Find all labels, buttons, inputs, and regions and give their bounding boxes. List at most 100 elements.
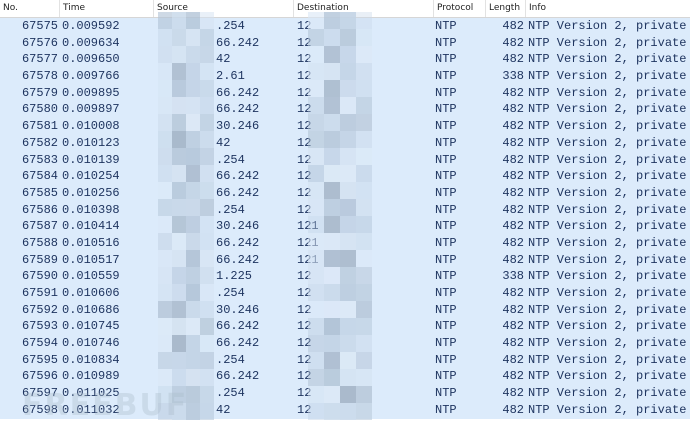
cell-length: 482 (502, 35, 524, 50)
cell-protocol: NTP (435, 85, 457, 100)
cell-protocol: NTP (435, 219, 457, 234)
cell-info: NTP Version 2, private (528, 185, 687, 200)
cell-length: 338 (502, 269, 524, 284)
cell-info: NTP Version 2, private (528, 102, 687, 117)
cell-source: 66.242 (154, 185, 292, 202)
packet-rows: 67575 0.009592 .254 12 NTP 482 NTP Version 2, … (0, 18, 690, 419)
cell-time: 0.010517 (62, 252, 120, 267)
cell-length: 482 (502, 152, 524, 167)
cell-time: 0.010008 (62, 119, 120, 134)
cell-no: 67595 (21, 352, 58, 367)
cell-source-text: .254 (216, 19, 245, 33)
table-row[interactable]: 67598 0.011032 42 12 NTP 482 NTP Version 2, pr… (0, 401, 690, 419)
cell-time: 0.010139 (62, 152, 120, 167)
cell-destination-text: 12 (297, 119, 312, 134)
cell-protocol: NTP (435, 119, 457, 134)
cell-protocol: NTP (435, 235, 457, 250)
cell-destination-text: 12 (297, 302, 312, 317)
table-row[interactable]: 67582 0.010123 42 12 NTP 482 NTP Version 2, pr… (0, 134, 690, 152)
cell-destination-text: 121 (297, 252, 319, 267)
cell-length: 482 (502, 85, 524, 100)
cell-time: 0.010606 (62, 286, 120, 300)
cell-destination: 12 (296, 202, 432, 219)
column-header-info[interactable]: Info (526, 0, 690, 17)
cell-source-text: .254 (216, 286, 245, 300)
cell-destination: 12 (296, 85, 432, 102)
cell-source: 66.242 (154, 35, 292, 52)
cell-protocol: NTP (435, 402, 457, 417)
cell-time: 0.010559 (62, 269, 120, 284)
cell-protocol: NTP (435, 202, 457, 217)
cell-source-text: 42 (216, 52, 231, 67)
column-header-time[interactable]: Time (60, 0, 154, 17)
packet-list-header: No. Time Source Destination Protocol Len… (0, 0, 690, 18)
table-row[interactable]: 67577 0.009650 42 12 NTP 482 NTP Version 2, pr… (0, 51, 690, 69)
cell-protocol: NTP (435, 19, 457, 33)
table-row[interactable]: 67593 0.010745 66.242 12 NTP 482 NTP Version 2… (0, 318, 690, 336)
table-row[interactable]: 67590 0.010559 1.225 12 NTP 338 NTP Version 2,… (0, 268, 690, 285)
table-row[interactable]: 67584 0.010254 66.242 12 NTP 482 NTP Version 2… (0, 168, 690, 185)
cell-protocol: NTP (435, 336, 457, 351)
column-header-destination[interactable]: Destination (294, 0, 434, 17)
cell-info: NTP Version 2, private (528, 269, 687, 284)
cell-info: NTP Version 2, private (528, 202, 687, 217)
cell-source-text: 66.242 (216, 185, 260, 200)
table-row[interactable]: 67583 0.010139 .254 12 NTP 482 NTP Version 2, … (0, 151, 690, 169)
table-row[interactable]: 67586 0.010398 .254 12 NTP 482 NTP Version 2, … (0, 201, 690, 219)
table-row[interactable]: 67581 0.010008 30.246 12 NTP 482 NTP Version 2… (0, 118, 690, 135)
cell-destination: 121 (296, 252, 432, 269)
column-header-no[interactable]: No. (0, 0, 60, 17)
table-row[interactable]: 67575 0.009592 .254 12 NTP 482 NTP Version 2, … (0, 18, 690, 35)
cell-info: NTP Version 2, private (528, 135, 687, 150)
table-row[interactable]: 67579 0.009895 66.242 12 NTP 482 NTP Version 2… (0, 84, 690, 102)
column-header-source[interactable]: Source (154, 0, 294, 17)
cell-source: 2.61 (154, 68, 292, 85)
cell-protocol: NTP (435, 69, 457, 84)
cell-length: 482 (502, 336, 524, 351)
cell-length: 482 (502, 402, 524, 417)
column-header-length[interactable]: Length (486, 0, 526, 17)
table-row[interactable]: 67587 0.010414 30.246 121 NTP 482 NTP Version … (0, 218, 690, 235)
cell-info: NTP Version 2, private (528, 169, 687, 184)
table-row[interactable]: 67596 0.010989 66.242 12 NTP 482 NTP Version 2… (0, 368, 690, 386)
cell-info: NTP Version 2, private (528, 35, 687, 50)
cell-source: 30.246 (154, 218, 292, 235)
cell-source-text: .254 (216, 386, 245, 401)
cell-info: NTP Version 2, private (528, 352, 687, 367)
cell-protocol: NTP (435, 269, 457, 284)
cell-destination: 12 (296, 168, 432, 185)
cell-destination: 12 (296, 185, 432, 202)
table-row[interactable]: 67585 0.010256 66.242 12 NTP 482 NTP Version 2… (0, 184, 690, 202)
cell-no: 67592 (21, 302, 58, 317)
cell-protocol: NTP (435, 52, 457, 67)
table-row[interactable]: 67595 0.010834 .254 12 NTP 482 NTP Version 2, … (0, 351, 690, 369)
table-row[interactable]: 67576 0.009634 66.242 12 NTP 482 NTP Version 2… (0, 34, 690, 52)
cell-info: NTP Version 2, private (528, 286, 687, 300)
column-header-protocol[interactable]: Protocol (434, 0, 486, 17)
cell-no: 67588 (21, 235, 58, 250)
cell-length: 482 (502, 169, 524, 184)
cell-destination: 12 (296, 268, 432, 285)
cell-destination: 12 (296, 318, 432, 335)
cell-destination-text: 12 (297, 69, 312, 84)
table-row[interactable]: 67591 0.010606 .254 12 NTP 482 NTP Version 2, … (0, 285, 690, 302)
table-row[interactable]: 67588 0.010516 66.242 121 NTP 482 NTP Version … (0, 234, 690, 252)
cell-source-text: 66.242 (216, 169, 260, 184)
table-row[interactable]: 67580 0.009897 66.242 12 NTP 482 NTP Version 2… (0, 101, 690, 119)
cell-info: NTP Version 2, private (528, 85, 687, 100)
table-row[interactable]: 67592 0.010686 30.246 12 NTP 482 NTP Version 2… (0, 301, 690, 319)
cell-destination: 12 (296, 352, 432, 369)
cell-length: 482 (502, 386, 524, 401)
table-row[interactable]: 67594 0.010746 66.242 12 NTP 482 NTP Version 2… (0, 335, 690, 352)
cell-destination: 12 (296, 368, 432, 385)
cell-no: 67583 (21, 152, 58, 167)
cell-source-text: 42 (216, 402, 231, 417)
table-row[interactable]: 67578 0.009766 2.61 12 NTP 338 NTP Version 2, … (0, 68, 690, 85)
cell-source: 66.242 (154, 168, 292, 185)
table-row[interactable]: 67589 0.010517 66.242 121 NTP 482 NTP Version … (0, 251, 690, 269)
table-row[interactable]: 67597 0.011025 .254 12 NTP 482 NTP Version 2, … (0, 385, 690, 402)
cell-time: 0.011025 (62, 386, 120, 401)
cell-source-text: .254 (216, 202, 245, 217)
cell-info: NTP Version 2, private (528, 402, 687, 417)
packet-list-pane: No. Time Source Destination Protocol Len… (0, 0, 690, 426)
